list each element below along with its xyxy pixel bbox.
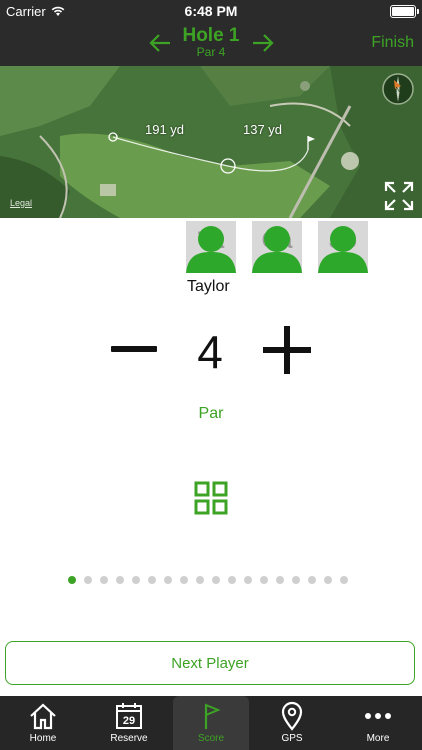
tab-label: Score bbox=[197, 733, 225, 744]
person-silhouette-icon bbox=[186, 226, 236, 273]
current-player-name: Taylor bbox=[187, 278, 230, 295]
status-bar: Carrier 6:48 PM bbox=[0, 0, 422, 22]
hole-map[interactable]: 191 yd 137 yd bbox=[0, 66, 422, 218]
tab-label: GPS bbox=[281, 733, 303, 744]
player-avatar-jo[interactable]: Jo bbox=[318, 221, 368, 273]
more-dots-icon bbox=[365, 713, 391, 719]
tab-score[interactable]: Score bbox=[173, 696, 249, 750]
page-dot[interactable] bbox=[148, 576, 156, 584]
scorecard-grid-icon[interactable] bbox=[194, 481, 228, 515]
page-dot[interactable] bbox=[68, 576, 76, 584]
distance-to-target: 191 yd bbox=[145, 122, 185, 137]
tab-label: More bbox=[366, 733, 390, 744]
next-hole-arrow-icon[interactable] bbox=[251, 32, 275, 54]
page-dot[interactable] bbox=[84, 576, 92, 584]
finish-button[interactable]: Finish bbox=[371, 34, 414, 52]
page-dot[interactable] bbox=[308, 576, 316, 584]
status-time: 6:48 PM bbox=[184, 3, 238, 19]
hole-page-indicator[interactable] bbox=[68, 576, 348, 584]
page-dot[interactable] bbox=[292, 576, 300, 584]
compass-icon[interactable]: N bbox=[381, 72, 415, 106]
page-dot[interactable] bbox=[260, 576, 268, 584]
battery-icon bbox=[390, 5, 419, 18]
hole-par: Par 4 bbox=[196, 45, 226, 59]
satellite-map-image bbox=[0, 66, 422, 218]
increase-score-button[interactable] bbox=[263, 326, 311, 374]
page-dot[interactable] bbox=[164, 576, 172, 584]
page-dot[interactable] bbox=[132, 576, 140, 584]
flag-icon bbox=[204, 703, 221, 729]
page-dot[interactable] bbox=[324, 576, 332, 584]
page-dot[interactable] bbox=[276, 576, 284, 584]
player-avatar-taylor[interactable]: Ta bbox=[186, 221, 236, 273]
distance-to-pin: 137 yd bbox=[243, 122, 283, 137]
tab-label: Reserve bbox=[110, 733, 148, 744]
score-value: 4 bbox=[197, 326, 223, 378]
score-relation-label: Par bbox=[198, 405, 224, 422]
person-silhouette-icon bbox=[318, 226, 368, 273]
page-dot[interactable] bbox=[100, 576, 108, 584]
tab-reserve[interactable]: 29 Reserve bbox=[91, 696, 167, 750]
nav-bar: Hole 1 Par 4 Finish bbox=[0, 22, 422, 66]
player-selector: Ta Ca Jo bbox=[0, 221, 422, 273]
player-avatar-ca[interactable]: Ca bbox=[252, 221, 302, 273]
tab-home[interactable]: Home bbox=[5, 696, 81, 750]
calendar-date: 29 bbox=[123, 715, 135, 727]
page-dot[interactable] bbox=[116, 576, 124, 584]
page-dot[interactable] bbox=[180, 576, 188, 584]
tab-bar: Home 29 Reserve Score GPS More bbox=[0, 696, 422, 750]
person-silhouette-icon bbox=[252, 226, 302, 273]
hole-title: Hole 1 bbox=[182, 25, 240, 46]
page-dot[interactable] bbox=[340, 576, 348, 584]
tab-label: Home bbox=[29, 733, 57, 744]
svg-text:N: N bbox=[395, 87, 400, 94]
next-player-button[interactable]: Next Player bbox=[5, 641, 415, 685]
page-dot[interactable] bbox=[244, 576, 252, 584]
home-icon bbox=[30, 703, 56, 730]
page-dot[interactable] bbox=[228, 576, 236, 584]
calendar-icon: 29 bbox=[116, 703, 142, 729]
decrease-score-button[interactable] bbox=[111, 346, 157, 352]
page-dot[interactable] bbox=[196, 576, 204, 584]
tab-gps[interactable]: GPS bbox=[254, 696, 330, 750]
tab-more[interactable]: More bbox=[340, 696, 416, 750]
location-pin-icon bbox=[281, 701, 303, 731]
map-legal-link[interactable]: Legal bbox=[10, 198, 32, 208]
page-dot[interactable] bbox=[212, 576, 220, 584]
fullscreen-expand-icon[interactable] bbox=[384, 181, 414, 211]
